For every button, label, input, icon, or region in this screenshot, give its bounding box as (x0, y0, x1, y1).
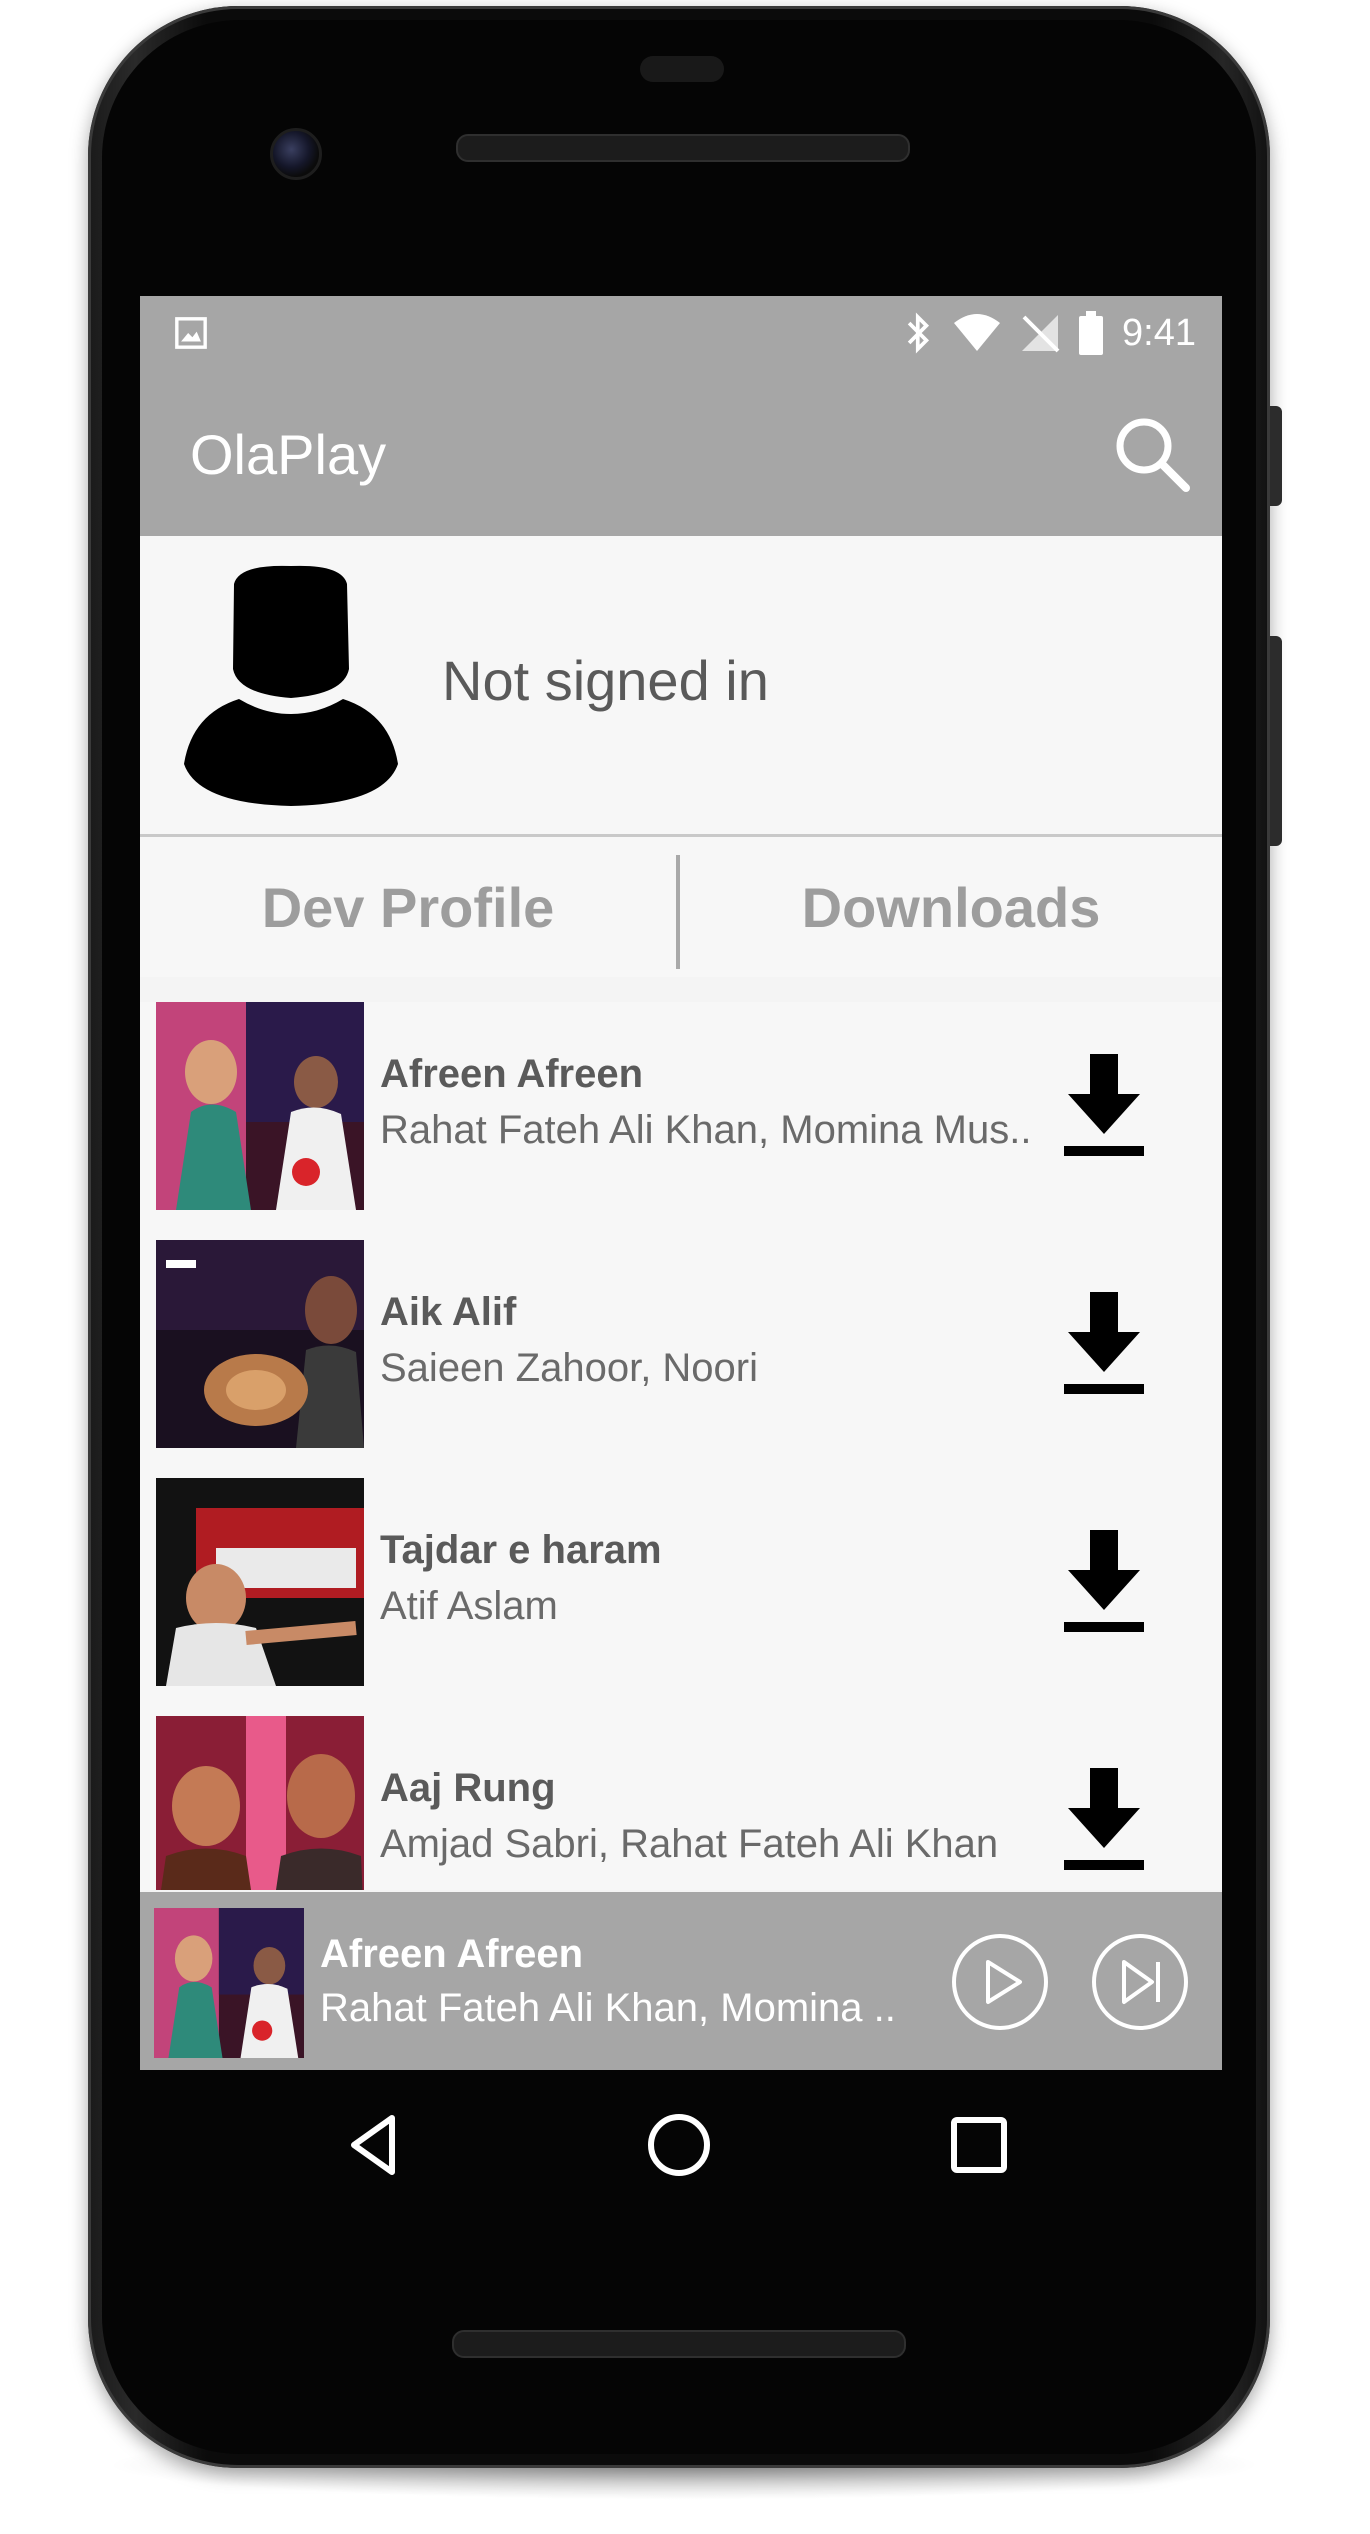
play-icon[interactable] (950, 1932, 1050, 2032)
search-icon[interactable] (1110, 412, 1192, 494)
now-playing-artist: Rahat Fateh Ali Khan, Momina .. (320, 1986, 896, 2030)
home-icon[interactable] (644, 2110, 714, 2180)
bottom-speaker (452, 2330, 906, 2358)
tab-downloads[interactable]: Downloads (680, 837, 1222, 977)
app-title: OlaPlay (190, 423, 387, 486)
album-art-thumbnail (156, 1478, 364, 1686)
album-art-thumbnail (156, 1002, 364, 1210)
tab-label: Downloads (801, 875, 1101, 939)
tab-bar: Dev Profile Downloads (140, 837, 1222, 977)
skip-next-icon[interactable] (1090, 1932, 1190, 2032)
now-playing-title: Afreen Afreen (320, 1932, 584, 1976)
song-title: Afreen Afreen (380, 1052, 644, 1096)
status-time: 9:41 (1122, 311, 1196, 354)
song-artist: Rahat Fateh Ali Khan, Momina Mus.. (380, 1108, 1032, 1152)
download-icon[interactable] (1060, 1768, 1148, 1872)
download-icon[interactable] (1060, 1530, 1148, 1634)
tab-label: Dev Profile (261, 875, 555, 939)
app-screen: 9:41 OlaPlay Not signed in Dev Profile D… (140, 296, 1222, 2070)
download-icon[interactable] (1060, 1054, 1148, 1158)
top-speaker (456, 134, 910, 162)
navigation-bar (140, 2070, 1222, 2220)
status-icons: 9:41 (904, 310, 1196, 356)
earpiece-slot (640, 56, 724, 82)
now-playing-bar[interactable]: Afreen Afreen Rahat Fateh Ali Khan, Momi… (140, 1892, 1222, 2070)
status-bar: 9:41 (140, 296, 1222, 370)
download-icon[interactable] (1060, 1292, 1148, 1396)
song-row[interactable]: Tajdar e haram Atif Aslam (140, 1478, 1222, 1719)
album-art-thumbnail (156, 1240, 364, 1448)
app-bar: OlaPlay (140, 370, 1222, 536)
front-camera (270, 128, 322, 180)
song-artist: Saieen Zahoor, Noori (380, 1346, 759, 1390)
tab-dev-profile[interactable]: Dev Profile (140, 837, 676, 977)
song-row[interactable]: Afreen Afreen Rahat Fateh Ali Khan, Momi… (140, 1002, 1222, 1243)
image-icon (175, 317, 207, 349)
recents-icon[interactable] (944, 2110, 1014, 2180)
song-title: Tajdar e haram (380, 1528, 662, 1572)
song-artist: Amjad Sabri, Rahat Fateh Ali Khan (380, 1822, 999, 1866)
song-artist: Atif Aslam (380, 1584, 558, 1628)
song-row[interactable]: Aik Alif Saieen Zahoor, Noori (140, 1240, 1222, 1481)
volume-button (1270, 636, 1282, 846)
song-title: Aaj Rung (380, 1766, 556, 1810)
song-row[interactable]: Aaj Rung Amjad Sabri, Rahat Fateh Ali Kh… (140, 1716, 1222, 1890)
bluetooth-icon (907, 312, 930, 354)
song-list[interactable]: Afreen Afreen Rahat Fateh Ali Khan, Momi… (140, 1002, 1222, 1890)
person-silhouette-icon (184, 565, 398, 806)
album-art-thumbnail (156, 1716, 364, 1890)
profile-header[interactable]: Not signed in (140, 536, 1222, 837)
power-button (1270, 406, 1282, 506)
now-playing-thumbnail (154, 1908, 304, 2058)
no-signal-icon (1022, 315, 1060, 353)
back-icon[interactable] (340, 2110, 410, 2180)
wifi-icon (954, 314, 1001, 351)
battery-icon (1079, 311, 1104, 355)
song-title: Aik Alif (380, 1290, 517, 1334)
sign-in-status: Not signed in (442, 649, 769, 712)
